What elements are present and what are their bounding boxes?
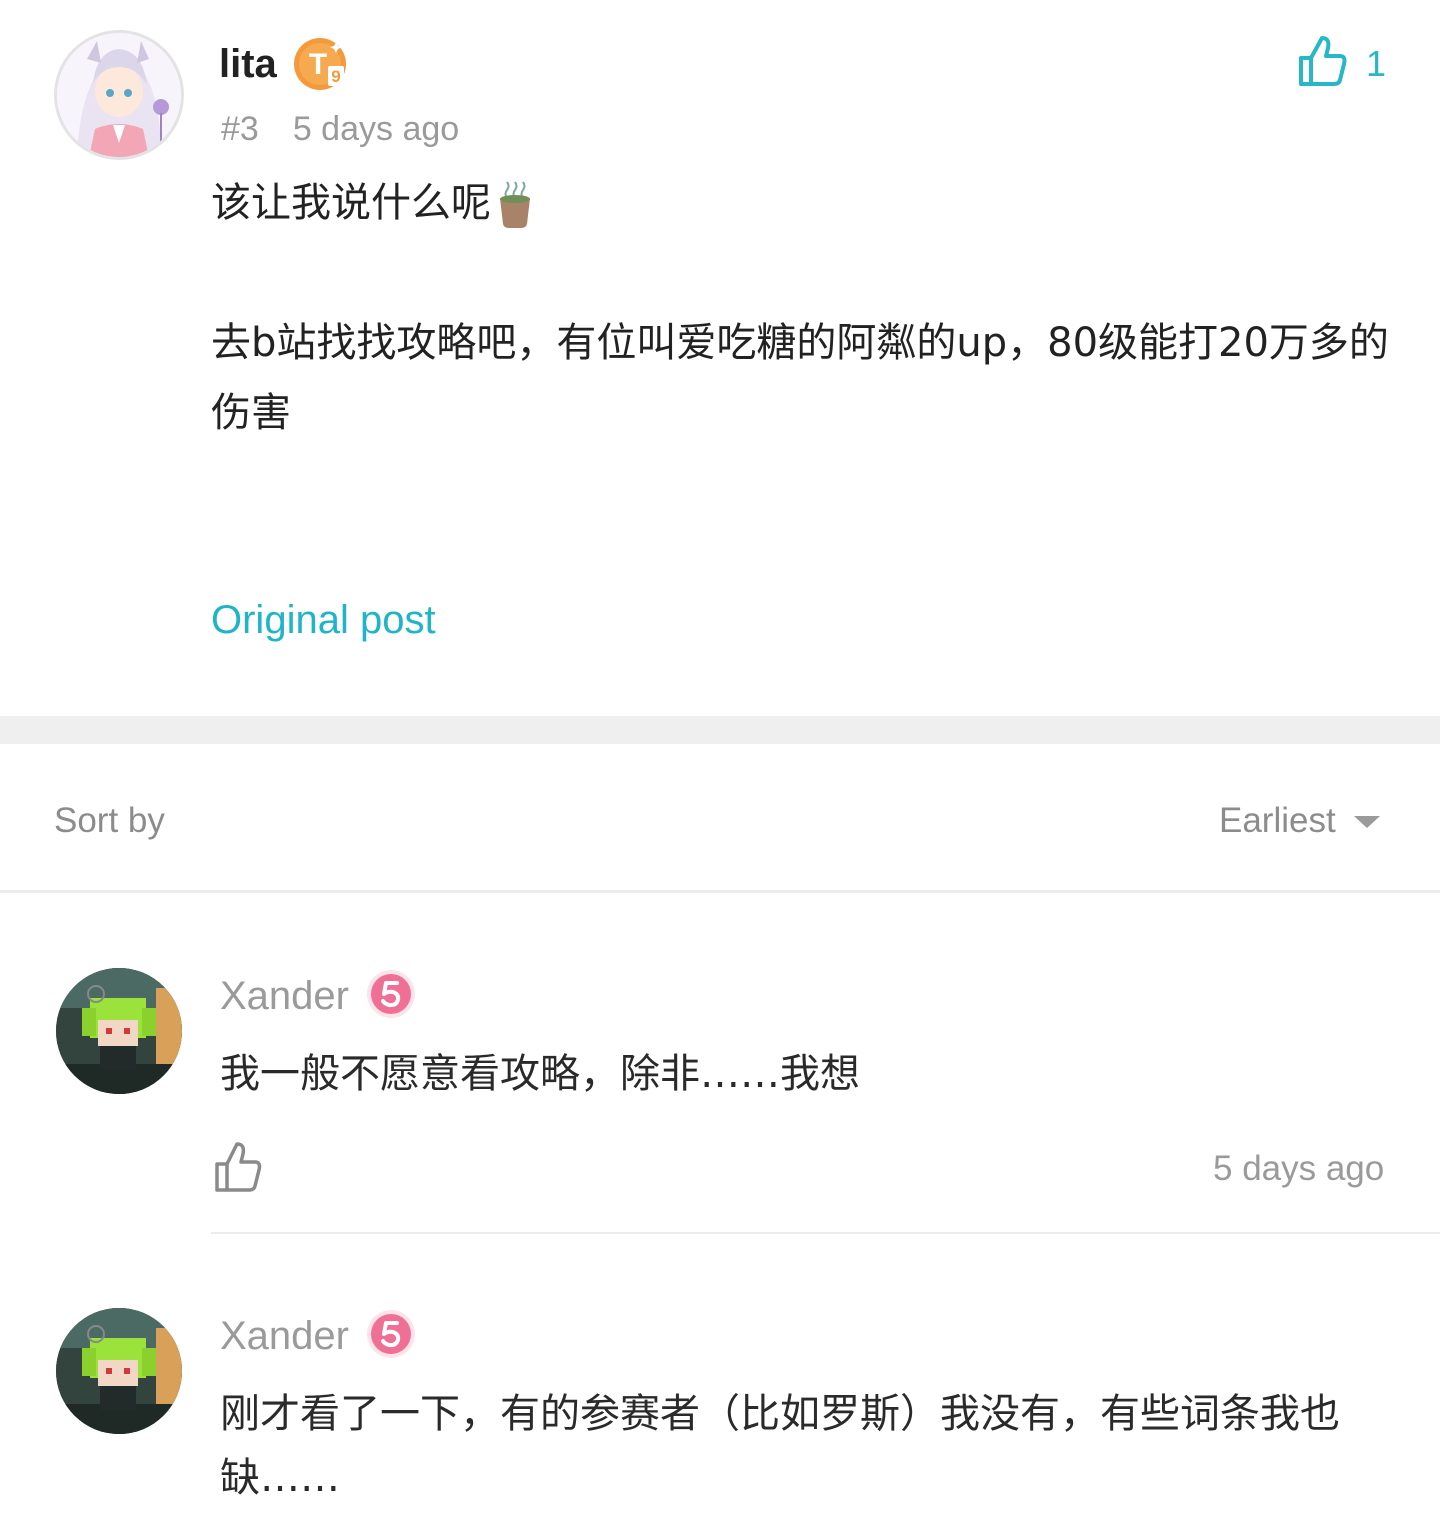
author-avatar[interactable] (54, 30, 184, 160)
level-badge-icon (367, 1310, 415, 1358)
anime-avatar-image (57, 33, 181, 157)
tea-cup-icon (500, 181, 530, 228)
post-meta: #3 5 days ago (221, 106, 493, 152)
post-body-line: 该让我说什么呢 (211, 168, 1401, 238)
caret-down-icon[interactable] (1352, 812, 1382, 832)
divider (211, 1232, 1440, 1234)
svg-text:T: T (309, 48, 327, 81)
reply-author[interactable]: Xander (220, 970, 349, 1022)
like-count: 1 (1366, 43, 1387, 84)
svg-text:9: 9 (331, 67, 340, 86)
post-body-text-1: 该让我说什么呢 (211, 180, 491, 226)
reply-author[interactable]: Xander (220, 1310, 349, 1362)
thumbs-up-icon[interactable] (1296, 32, 1348, 88)
reply-avatar[interactable] (56, 968, 182, 1094)
floor-number: #3 (221, 110, 259, 148)
post-body-line: 去b站找找攻略吧，有位叫爱吃糖的阿粼的up，80级能打20万多的伤害 (211, 320, 1389, 436)
pixel-character-avatar-image (56, 1308, 182, 1434)
reply-text: 刚才看了一下，有的参赛者（比如罗斯）我没有，有些词条我也缺…… (220, 1391, 1340, 1501)
thumbs-up-outline-icon[interactable] (213, 1140, 263, 1194)
level-badge-icon (367, 970, 415, 1018)
pixel-character-avatar-image (56, 968, 182, 1094)
section-separator (0, 716, 1440, 744)
post-body-blank (211, 238, 1401, 308)
post-time: 5 days ago (292, 110, 460, 148)
divider (0, 890, 1440, 893)
reply-avatar[interactable] (56, 1308, 182, 1434)
level-badge-icon: T 9 (294, 38, 346, 90)
sort-label: Sort by (54, 801, 165, 840)
sort-dropdown[interactable]: Earliest (1219, 798, 1336, 844)
post-body: 该让我说什么呢 去b站找找攻略吧，有位叫爱吃糖的阿粼的up，80级能打20万多的… (211, 168, 1401, 448)
original-post-link[interactable]: Original post (211, 592, 436, 648)
reply-time: 5 days ago (1213, 1149, 1385, 1188)
reply-text: 我一般不愿意看攻略，除非……我想 (220, 1051, 860, 1097)
author-name[interactable]: lita (219, 38, 277, 90)
